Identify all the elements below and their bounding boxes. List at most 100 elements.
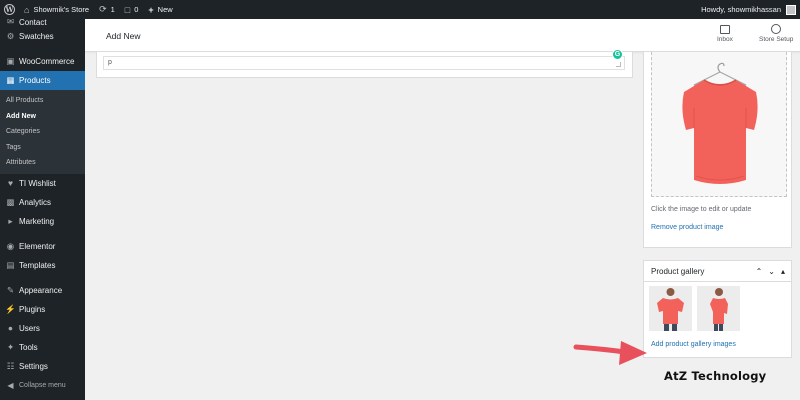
user-icon: ● <box>7 323 14 333</box>
store-setup-label: Store Setup <box>759 36 794 43</box>
sidebar-item-marketing[interactable]: ▸ Marketing <box>0 212 85 231</box>
submenu-categories[interactable]: Categories <box>0 124 85 140</box>
move-down-icon[interactable]: ⌄ <box>768 267 775 276</box>
brush-icon: ✎ <box>6 284 15 295</box>
sidebar-item-label: Users <box>19 323 40 333</box>
comments-count: 0 <box>134 5 139 14</box>
wordpress-logo-button[interactable]: W <box>0 0 19 19</box>
sidebar-item-plugins[interactable]: ⚡ Plugins <box>0 300 85 319</box>
model-side-image <box>710 288 728 331</box>
watermark-text: AtZ Technology <box>664 369 767 383</box>
sidebar-item-label: TI Wishlist <box>19 178 56 188</box>
comment-icon: □ <box>124 4 131 15</box>
plus-icon: + <box>148 4 154 15</box>
store-setup-button[interactable]: Store Setup <box>759 23 793 43</box>
image-caption: Click the image to edit or update <box>651 206 752 213</box>
archive-icon: ▦ <box>6 75 15 85</box>
megaphone-icon: ▸ <box>8 215 13 226</box>
sidebar-item-label: Appearance <box>19 285 63 295</box>
heart-icon: ♥ <box>7 178 14 188</box>
sidebar-item-swatches[interactable]: ⚙ Swatches <box>0 27 85 46</box>
sidebar-item-label: WooCommerce <box>19 57 75 66</box>
gear-icon: ⚙ <box>6 31 15 41</box>
folder-icon: ▤ <box>6 259 15 270</box>
tshirt-image <box>682 62 758 184</box>
site-name-link[interactable]: ⌂ Showmik's Store <box>19 0 94 19</box>
sidebar-item-woocommerce[interactable]: ▣ WooCommerce <box>0 52 85 71</box>
annotation-arrow-icon <box>573 341 647 365</box>
sidebar-item-label: Templates <box>19 260 56 270</box>
gallery-header: Product gallery ⌃ ⌄ ▴ <box>644 261 791 282</box>
sidebar-item-label: Products <box>19 76 51 85</box>
avatar <box>786 4 796 15</box>
account-menu[interactable]: Howdy, showmikhassan <box>696 0 800 19</box>
submenu-add-new[interactable]: Add New <box>0 109 85 125</box>
woocommerce-icon: ▣ <box>6 56 15 66</box>
admin-bar: W ⌂ Showmik's Store ⟳ 1 □ 0 + New Howdy,… <box>0 0 800 19</box>
sidebar-item-label: Plugins <box>19 304 46 314</box>
home-icon: ⌂ <box>24 4 30 15</box>
sidebar-item-contact[interactable]: ✉ Contact <box>0 19 85 27</box>
sidebar-item-templates[interactable]: ▤ Templates <box>0 256 85 275</box>
mail-icon: ✉ <box>6 19 15 26</box>
sidebar-item-label: Analytics <box>19 197 52 207</box>
sidebar-item-analytics[interactable]: ▩ Analytics <box>0 193 85 212</box>
sidebar-item-appearance[interactable]: ✎ Appearance <box>0 281 85 300</box>
wrench-icon: ✦ <box>6 341 15 352</box>
elementor-icon: ◉ <box>6 240 15 251</box>
sidebar-item-label: Swatches <box>19 32 54 41</box>
inbox-label: Inbox <box>717 36 733 43</box>
circle-progress-icon <box>771 24 782 34</box>
product-image-panel: Click the image to edit or update Remove… <box>643 52 792 248</box>
gallery-title: Product gallery <box>651 266 705 276</box>
description-editor: p <box>96 52 633 78</box>
sidebar-item-label: Settings <box>19 361 48 371</box>
gallery-thumbnail[interactable] <box>649 286 692 331</box>
model-front-image <box>657 288 684 331</box>
updates-count: 1 <box>110 5 115 14</box>
submenu-attributes[interactable]: Attributes <box>0 155 85 171</box>
site-name: Showmik's Store <box>33 5 90 14</box>
grammarly-icon[interactable]: G <box>612 49 623 60</box>
sidebar-item-tools[interactable]: ✦ Tools <box>0 338 85 357</box>
sidebar-item-settings[interactable]: ☷ Settings <box>0 357 85 376</box>
new-content-link[interactable]: + New <box>143 0 177 19</box>
bar-chart-icon: ▩ <box>6 196 15 207</box>
inbox-button[interactable]: Inbox <box>717 23 733 43</box>
refresh-icon: ⟳ <box>99 4 107 14</box>
sidebar-item-ti-wishlist[interactable]: ♥ TI Wishlist <box>0 174 85 193</box>
page-title: Add New <box>106 31 141 41</box>
collapse-menu-button[interactable]: ◀ Collapse menu <box>0 376 85 395</box>
product-gallery-panel: Product gallery ⌃ ⌄ ▴ Add product galler… <box>643 260 792 358</box>
gallery-thumbnail[interactable] <box>697 286 740 331</box>
editor-path: p <box>108 59 112 66</box>
products-submenu: All Products Add New Categories Tags Att… <box>0 90 85 174</box>
new-label: New <box>157 5 173 14</box>
resize-handle[interactable] <box>616 62 621 67</box>
product-image[interactable] <box>651 52 787 197</box>
inbox-icon <box>719 25 730 34</box>
sidebar-item-label: Contact <box>19 19 47 27</box>
collapse-icon: ◀ <box>7 380 14 390</box>
admin-sidebar: ✉ Contact ⚙ Swatches ▣ WooCommerce ▦ Pro… <box>0 19 85 400</box>
sidebar-item-users[interactable]: ● Users <box>0 319 85 338</box>
updates-link[interactable]: ⟳ 1 <box>94 0 120 19</box>
submenu-tags[interactable]: Tags <box>0 140 85 156</box>
move-up-icon[interactable]: ⌃ <box>756 267 763 276</box>
remove-product-image-link[interactable]: Remove product image <box>651 224 723 231</box>
sidebar-item-label: Elementor <box>19 241 56 251</box>
page-header: Add New Inbox Store Setup <box>85 19 800 52</box>
sidebar-item-elementor[interactable]: ◉ Elementor <box>0 237 85 256</box>
collapse-label: Collapse menu <box>19 381 66 389</box>
comments-link[interactable]: □ 0 <box>120 0 144 19</box>
sidebar-item-products[interactable]: ▦ Products <box>0 71 85 90</box>
howdy-text: Howdy, showmikhassan <box>701 5 781 14</box>
plug-icon: ⚡ <box>5 303 16 314</box>
editor-textarea[interactable]: p <box>103 56 625 70</box>
submenu-all-products[interactable]: All Products <box>0 93 85 109</box>
sidebar-item-label: Marketing <box>19 216 55 226</box>
sidebar-item-label: Tools <box>19 342 38 352</box>
settings-icon: ☷ <box>6 360 15 371</box>
toggle-panel-icon[interactable]: ▴ <box>781 267 785 276</box>
add-gallery-images-link[interactable]: Add product gallery images <box>651 341 736 348</box>
